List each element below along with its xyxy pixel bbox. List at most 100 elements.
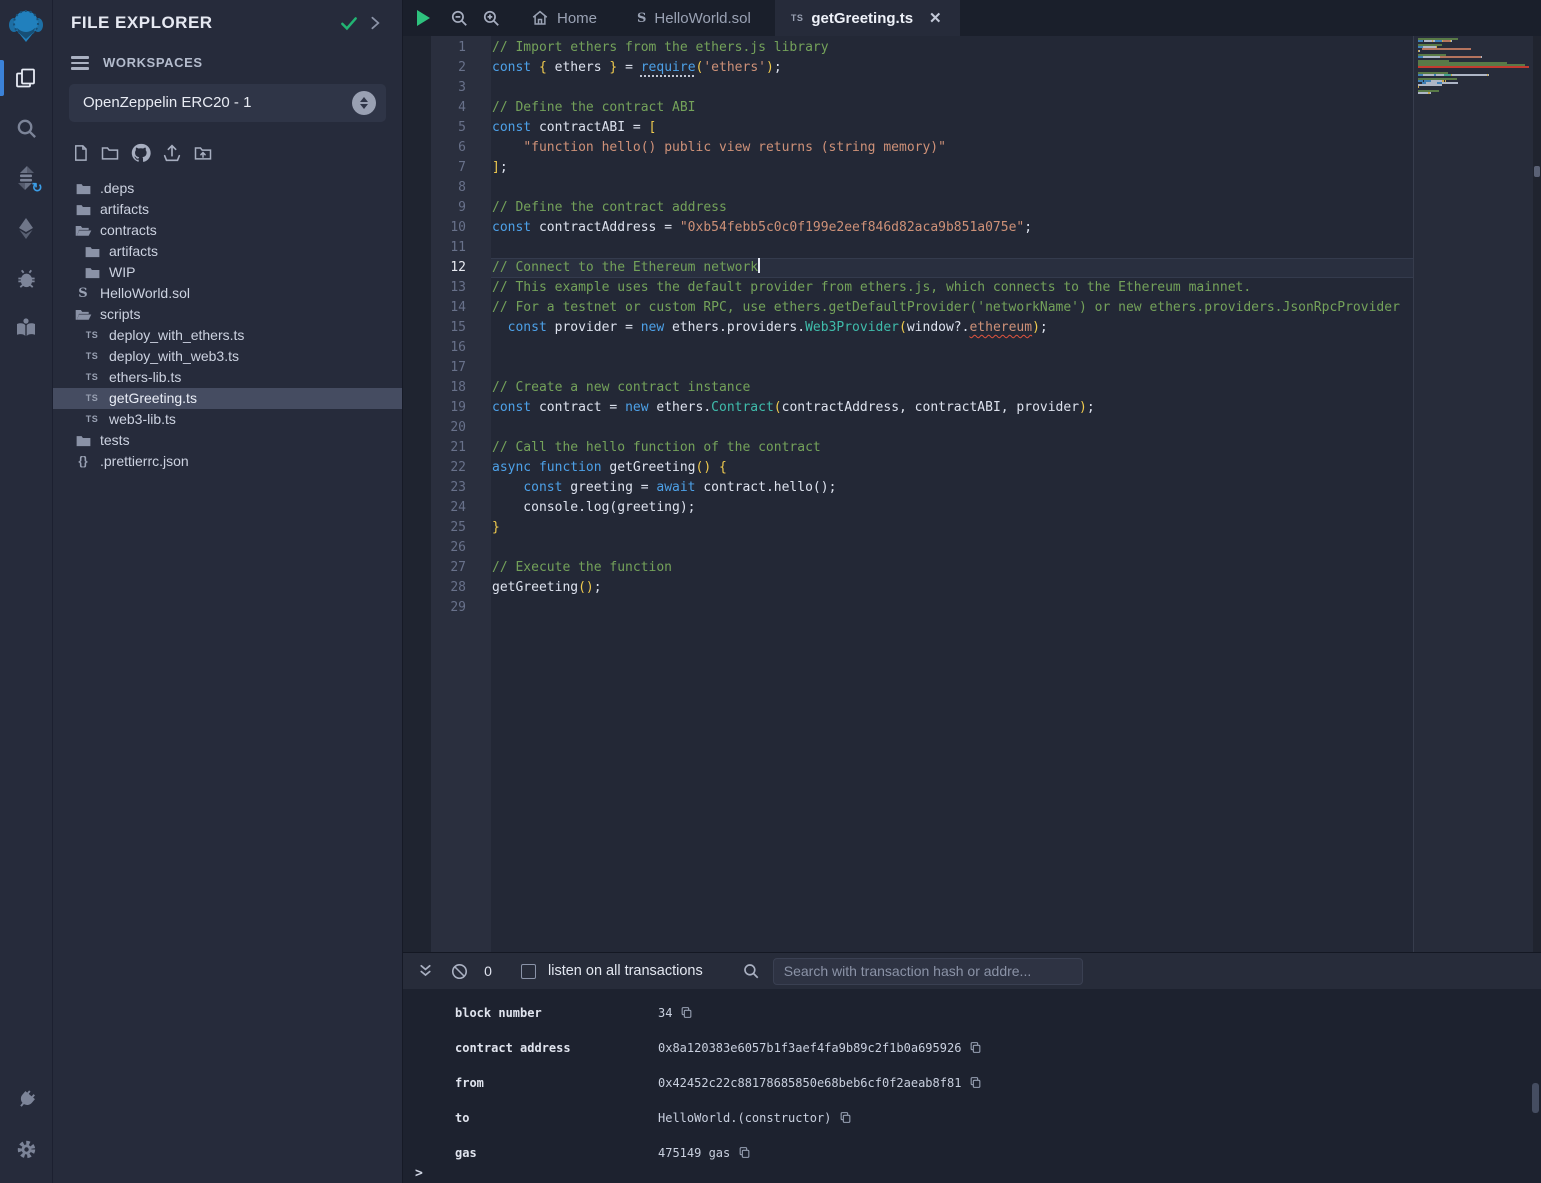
close-tab-icon[interactable]: ✕	[927, 9, 944, 27]
editor-scrollbar-thumb[interactable]	[1534, 166, 1540, 177]
tree-item--prettierrc-json[interactable]: {}.prettierrc.json	[53, 451, 402, 472]
upload-file-icon[interactable]	[161, 142, 183, 164]
terminal-scrollbar-thumb[interactable]	[1532, 1083, 1539, 1113]
tree-item-helloworld-sol[interactable]: SHelloWorld.sol	[53, 283, 402, 304]
tree-item-scripts[interactable]: scripts	[53, 304, 402, 325]
tree-item-wip[interactable]: WIP	[53, 262, 402, 283]
accept-check-button[interactable]	[336, 10, 362, 36]
folder-icon	[73, 434, 93, 447]
upload-folder-icon[interactable]	[192, 143, 214, 163]
code-line-20[interactable]	[491, 418, 1413, 438]
code-line-24[interactable]: console.log(greeting);	[491, 498, 1413, 518]
code-line-11[interactable]	[491, 238, 1413, 258]
editor-scrollbar[interactable]	[1533, 36, 1541, 952]
copy-icon[interactable]	[839, 1111, 852, 1124]
code-line-7[interactable]: ];	[491, 158, 1413, 178]
zoom-out-button[interactable]	[443, 0, 475, 36]
code-editor[interactable]: 1234567891011121314151617181920212223242…	[403, 36, 1541, 952]
tree-item-artifacts[interactable]: artifacts	[53, 199, 402, 220]
sidebar-item-learneth[interactable]	[0, 304, 53, 352]
code-line-16[interactable]	[491, 338, 1413, 358]
sidebar-item-search[interactable]	[0, 104, 53, 152]
tree-item-label: tests	[100, 432, 130, 448]
code-line-6[interactable]: "function hello() public view returns (s…	[491, 138, 1413, 158]
tree-item-tests[interactable]: tests	[53, 430, 402, 451]
editor-gutter[interactable]: 1234567891011121314151617181920212223242…	[431, 36, 491, 952]
copy-icon[interactable]	[680, 1006, 693, 1019]
file-explorer-icon	[14, 66, 38, 90]
sidebar-item-solidity-compiler[interactable]: ↻	[0, 154, 53, 202]
tab-helloworld-sol[interactable]: SHelloWorld.sol	[621, 0, 767, 36]
tree-item-label: HelloWorld.sol	[100, 285, 190, 301]
tab-getgreeting-ts[interactable]: TSgetGreeting.ts✕	[775, 0, 960, 36]
terminal-search-input[interactable]	[773, 958, 1083, 985]
code-line-10[interactable]: const contractAddress = "0xb54febb5c0c0f…	[491, 218, 1413, 238]
listen-transactions-checkbox[interactable]	[521, 964, 536, 979]
tab-label: Home	[557, 10, 597, 27]
editor-minimap[interactable]	[1413, 36, 1533, 952]
copy-icon[interactable]	[969, 1076, 982, 1089]
code-line-17[interactable]	[491, 358, 1413, 378]
zoom-in-button[interactable]	[475, 0, 507, 36]
code-line-14[interactable]: // For a testnet or custom RPC, use ethe…	[491, 298, 1413, 318]
clear-console-ban-icon[interactable]	[447, 962, 471, 981]
tree-item-label: web3-lib.ts	[109, 411, 176, 427]
code-line-8[interactable]	[491, 178, 1413, 198]
code-line-19[interactable]: const contract = new ethers.Contract(con…	[491, 398, 1413, 418]
sidebar-item-settings[interactable]	[0, 1125, 53, 1173]
code-line-13[interactable]: // This example uses the default provide…	[491, 278, 1413, 298]
code-line-12[interactable]: // Connect to the Ethereum network	[491, 258, 1413, 278]
tx-detail-row-block-number: block number34	[403, 995, 1541, 1030]
code-line-22[interactable]: async function getGreeting() {	[491, 458, 1413, 478]
code-line-1[interactable]: // Import ethers from the ethers.js libr…	[491, 38, 1413, 58]
sidebar-item-deploy-run[interactable]	[0, 204, 53, 252]
code-line-18[interactable]: // Create a new contract instance	[491, 378, 1413, 398]
line-number: 4	[431, 98, 491, 118]
code-line-2[interactable]: const { ethers } = require('ethers');	[491, 58, 1413, 78]
github-icon[interactable]	[130, 142, 152, 164]
typescript-file-icon: TS	[82, 414, 102, 424]
code-line-3[interactable]	[491, 78, 1413, 98]
listen-transactions-label[interactable]: listen on all transactions	[548, 963, 703, 979]
file-explorer-toolbar	[53, 128, 402, 176]
workspaces-menu-button[interactable]	[71, 54, 89, 72]
sidebar-item-file-explorer[interactable]	[0, 54, 53, 102]
tree-item-web3-lib-ts[interactable]: TS web3-lib.ts	[53, 409, 402, 430]
activity-bar: ↻	[0, 0, 53, 1183]
tab-home[interactable]: Home	[515, 0, 613, 36]
code-line-25[interactable]: }	[491, 518, 1413, 538]
code-line-9[interactable]: // Define the contract address	[491, 198, 1413, 218]
tree-item-deploy-with-ethers-ts[interactable]: TSdeploy_with_ethers.ts	[53, 325, 402, 346]
collapse-panel-chevron-button[interactable]	[362, 10, 388, 36]
tab-label: getGreeting.ts	[811, 10, 913, 27]
tree-item-ethers-lib-ts[interactable]: TSethers-lib.ts	[53, 367, 402, 388]
new-file-icon[interactable]	[71, 143, 90, 163]
run-script-button[interactable]	[403, 0, 443, 36]
remix-logo[interactable]	[0, 0, 53, 52]
code-line-21[interactable]: // Call the hello function of the contra…	[491, 438, 1413, 458]
tree-item-artifacts[interactable]: artifacts	[53, 241, 402, 262]
editor-code-surface[interactable]: // Import ethers from the ethers.js libr…	[491, 36, 1413, 952]
tree-item-deploy-with-web3-ts[interactable]: TSdeploy_with_web3.ts	[53, 346, 402, 367]
code-line-4[interactable]: // Define the contract ABI	[491, 98, 1413, 118]
workspace-select[interactable]: OpenZeppelin ERC20 - 1	[69, 84, 386, 122]
line-number: 24	[431, 498, 491, 518]
copy-icon[interactable]	[969, 1041, 982, 1054]
workspace-caret-icon	[352, 91, 376, 115]
code-line-15[interactable]: const provider = new ethers.providers.We…	[491, 318, 1413, 338]
code-line-26[interactable]	[491, 538, 1413, 558]
terminal-prompt[interactable]: >	[403, 1163, 1541, 1183]
sidebar-item-plugin-manager[interactable]	[0, 1075, 53, 1123]
copy-icon[interactable]	[738, 1146, 751, 1159]
tree-item-contracts[interactable]: contracts	[53, 220, 402, 241]
tree-item-getgreeting-ts[interactable]: TSgetGreeting.ts	[53, 388, 402, 409]
sidebar-item-debugger[interactable]	[0, 254, 53, 302]
code-line-28[interactable]: getGreeting();	[491, 578, 1413, 598]
new-folder-icon[interactable]	[99, 143, 121, 163]
tree-item--deps[interactable]: .deps	[53, 178, 402, 199]
expand-terminal-icon[interactable]	[413, 963, 437, 980]
code-line-27[interactable]: // Execute the function	[491, 558, 1413, 578]
code-line-23[interactable]: const greeting = await contract.hello();	[491, 478, 1413, 498]
code-line-29[interactable]	[491, 598, 1413, 618]
code-line-5[interactable]: const contractABI = [	[491, 118, 1413, 138]
